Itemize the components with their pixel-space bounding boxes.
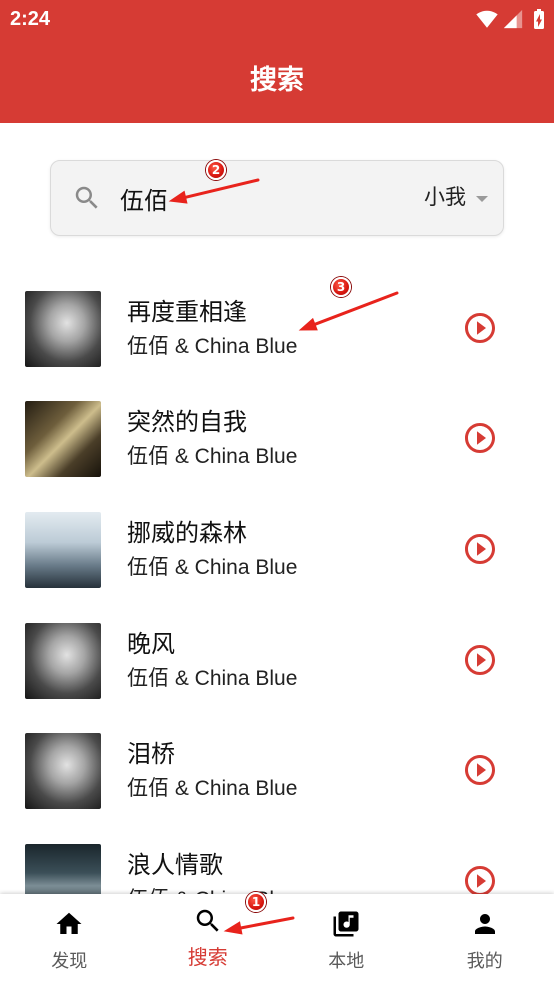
nav-label: 搜索 [187, 947, 228, 969]
play-circle-icon[interactable] [462, 420, 498, 456]
nav-label: 发现 [51, 951, 88, 971]
library-music-icon [333, 911, 359, 937]
list-item[interactable]: 泪桥 伍佰 & China Blue [0, 716, 554, 826]
list-item[interactable]: 晚风 伍佰 & China Blue [0, 606, 554, 716]
person-icon [474, 914, 495, 934]
song-title: 晚风 [127, 631, 175, 658]
nav-item-search[interactable]: 搜索 [139, 894, 278, 984]
search-input[interactable] [120, 181, 340, 215]
song-title: 突然的自我 [127, 409, 247, 436]
song-title: 泪桥 [127, 741, 175, 768]
song-title: 浪人情歌 [127, 852, 223, 879]
nav-label: 本地 [328, 951, 365, 971]
play-circle-icon[interactable] [462, 642, 498, 678]
status-time: 2:24 [10, 8, 51, 30]
album-cover [25, 623, 101, 699]
song-artist: 伍佰 & China Blue [127, 777, 298, 800]
home-icon [56, 912, 82, 934]
song-title: 挪威的森林 [127, 520, 247, 547]
song-artist: 伍佰 & China Blue [127, 667, 298, 690]
play-circle-icon[interactable] [462, 531, 498, 567]
song-title: 再度重相逢 [127, 299, 247, 326]
album-cover [25, 401, 101, 477]
list-item[interactable]: 突然的自我 伍佰 & China Blue [0, 384, 554, 494]
battery-charging-icon [534, 9, 544, 29]
search-icon [196, 909, 219, 932]
search-icon [75, 186, 98, 209]
nav-item-discover[interactable]: 发现 [0, 894, 139, 984]
nav-item-mine[interactable]: 我的 [416, 894, 554, 984]
bottom-navigation: 发现 搜索 本地 我的 [0, 894, 554, 984]
play-circle-icon[interactable] [462, 310, 498, 346]
status-bar: 2:24 [0, 0, 554, 38]
app-bar: 搜索 [0, 38, 554, 123]
wifi-icon [476, 10, 498, 28]
song-artist: 伍佰 & China Blue [127, 445, 298, 468]
list-item[interactable]: 再度重相逢 伍佰 & China Blue [0, 274, 554, 384]
search-scope-dropdown[interactable]: 小我 [421, 161, 503, 235]
album-cover [25, 512, 101, 588]
play-circle-icon[interactable] [462, 752, 498, 788]
list-item[interactable]: 挪威的森林 伍佰 & China Blue [0, 495, 554, 605]
nav-item-local[interactable]: 本地 [277, 894, 416, 984]
search-scope-label: 小我 [424, 186, 466, 209]
album-cover [25, 291, 101, 367]
search-bar[interactable]: 小我 [50, 160, 504, 236]
page-title: 搜索 [250, 65, 304, 95]
song-artist: 伍佰 & China Blue [127, 556, 298, 579]
cell-signal-icon [503, 9, 523, 29]
nav-label: 我的 [466, 951, 503, 971]
song-artist: 伍佰 & China Blue [127, 335, 298, 358]
chevron-down-icon [476, 196, 488, 202]
album-cover [25, 733, 101, 809]
